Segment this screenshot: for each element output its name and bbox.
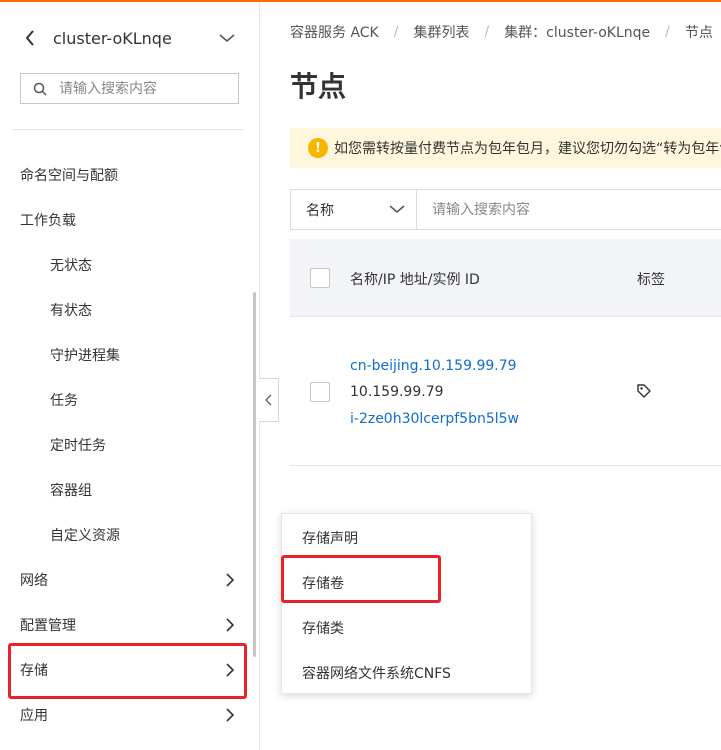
- breadcrumb-separator: /: [393, 24, 399, 40]
- notice-banner: ! 如您需转按量付费节点为包年包月，建议您切勿勾选“转为包年包月”: [290, 128, 721, 168]
- warning-icon: !: [308, 138, 328, 158]
- row-checkbox[interactable]: [310, 382, 330, 402]
- node-name-link[interactable]: cn-beijing.10.159.99.79: [350, 357, 517, 375]
- storage-submenu: 存储声明 存储卷 存储类 容器网络文件系统CNFS: [281, 513, 532, 694]
- sidebar-item-pods[interactable]: 容器组: [0, 467, 259, 512]
- submenu-item-label: 存储卷: [302, 575, 344, 592]
- cluster-header: cluster-oKLnqe: [0, 14, 259, 64]
- breadcrumb-item-ack[interactable]: 容器服务 ACK: [290, 22, 379, 42]
- sidebar-item-custom-resources[interactable]: 自定义资源: [0, 512, 259, 557]
- sidebar-item-config[interactable]: 配置管理: [0, 602, 259, 647]
- sidebar-item-label: 有状态: [50, 302, 92, 319]
- sidebar-item-stateless[interactable]: 无状态: [0, 242, 259, 287]
- submenu-item-pv[interactable]: 存储卷: [282, 560, 531, 605]
- sidebar-item-label: 存储: [20, 662, 48, 679]
- breadcrumb-item-nodes: 节点: [684, 25, 713, 41]
- sidebar-divider: [12, 129, 244, 130]
- sidebar-item-workloads[interactable]: 工作负载: [0, 197, 259, 242]
- submenu-item-label: 存储类: [302, 620, 344, 637]
- chevron-left-icon: [25, 30, 34, 46]
- sidebar-item-applications[interactable]: 应用: [0, 692, 259, 737]
- sidebar-item-label: 自定义资源: [50, 527, 120, 544]
- sidebar-scrollbar[interactable]: [253, 292, 256, 657]
- sidebar-search-input[interactable]: [59, 80, 229, 97]
- chevron-right-icon: [222, 662, 238, 678]
- breadcrumb-item-cluster-list[interactable]: 集群列表: [413, 22, 469, 42]
- sidebar-item-jobs[interactable]: 任务: [0, 377, 259, 422]
- submenu-item-cnfs[interactable]: 容器网络文件系统CNFS: [282, 650, 531, 695]
- notice-text: 如您需转按量付费节点为包年包月，建议您切勿勾选“转为包年包月”: [334, 141, 721, 157]
- filter-select-value: 名称: [306, 202, 334, 219]
- sidebar-item-label: 无状态: [50, 257, 92, 274]
- sidebar-item-label: 网络: [20, 572, 48, 589]
- submenu-item-label: 容器网络文件系统CNFS: [302, 665, 451, 682]
- page-title: 节点: [290, 70, 347, 103]
- select-all-checkbox[interactable]: [310, 268, 330, 288]
- table-header: 名称/IP 地址/实例 ID 标签: [290, 239, 721, 317]
- sidebar-item-label: 工作负载: [20, 212, 76, 229]
- column-header-name[interactable]: 名称/IP 地址/实例 ID: [350, 269, 480, 289]
- sidebar-item-daemonsets[interactable]: 守护进程集: [0, 332, 259, 377]
- breadcrumb: 容器服务 ACK / 集群列表 / 集群：cluster-oKLnqe / 节点: [290, 22, 713, 42]
- cluster-switch-dropdown[interactable]: [216, 28, 238, 48]
- chevron-down-icon: [389, 202, 405, 218]
- chevron-right-icon: [222, 707, 238, 723]
- chevron-right-icon: [222, 572, 238, 588]
- sidebar-item-stateful[interactable]: 有状态: [0, 287, 259, 332]
- sidebar-item-label: 命名空间与配额: [20, 167, 118, 184]
- submenu-item-label: 存储声明: [302, 530, 358, 547]
- filter-field-select[interactable]: 名称: [290, 189, 417, 230]
- sidebar-item-storage[interactable]: 存储: [0, 647, 259, 692]
- sidebar-item-cronjobs[interactable]: 定时任务: [0, 422, 259, 467]
- submenu-item-storage-class[interactable]: 存储类: [282, 605, 531, 650]
- back-button[interactable]: [20, 28, 40, 48]
- node-ip: 10.159.99.79: [350, 384, 444, 400]
- chevron-right-icon: [222, 617, 238, 633]
- sidebar-collapse-button[interactable]: [259, 378, 279, 422]
- filter-search[interactable]: [416, 189, 721, 230]
- sidebar: cluster-oKLnqe 命名空间与配额 工作负载 无状态 有状态 守护进程…: [0, 2, 260, 750]
- sidebar-item-label: 守护进程集: [50, 347, 120, 364]
- sidebar-item-label: 定时任务: [50, 437, 106, 454]
- sidebar-item-namespaces[interactable]: 命名空间与配额: [0, 152, 259, 197]
- breadcrumb-separator: /: [484, 24, 490, 40]
- breadcrumb-separator: /: [665, 24, 670, 40]
- sidebar-item-label: 配置管理: [20, 617, 76, 634]
- sidebar-item-label: 容器组: [50, 482, 92, 499]
- submenu-item-pvc[interactable]: 存储声明: [282, 515, 531, 560]
- chevron-left-icon: [265, 394, 272, 406]
- table-row: cn-beijing.10.159.99.79 10.159.99.79 i-2…: [290, 317, 721, 466]
- filter-search-input[interactable]: [432, 201, 712, 218]
- tag-icon[interactable]: [636, 383, 652, 399]
- sidebar-item-label: 任务: [50, 392, 78, 409]
- column-header-tags[interactable]: 标签: [637, 269, 665, 289]
- search-icon: [21, 74, 59, 103]
- instance-id-link[interactable]: i-2ze0h30lcerpf5bn5l5w: [350, 410, 519, 428]
- breadcrumb-item-cluster[interactable]: 集群：cluster-oKLnqe: [504, 22, 650, 42]
- sidebar-item-label: 应用: [20, 707, 48, 724]
- sidebar-search[interactable]: [20, 73, 239, 104]
- sidebar-item-network[interactable]: 网络: [0, 557, 259, 602]
- chevron-down-icon: [219, 34, 235, 43]
- cluster-name: cluster-oKLnqe: [53, 29, 172, 48]
